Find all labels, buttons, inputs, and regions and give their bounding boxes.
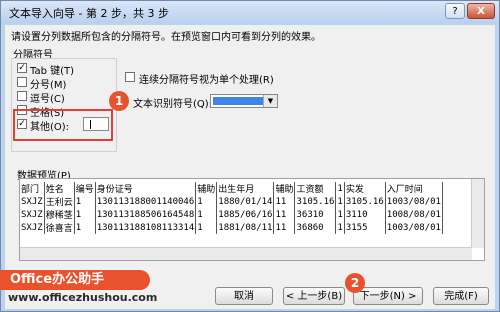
preview-cell: 王利云	[44, 195, 75, 208]
consecutive-label: 连续分隔符号视为单个处理(R)	[139, 75, 274, 86]
preview-cell: 1003/08/01	[385, 195, 443, 208]
preview-cell: 1880/01/14	[216, 195, 275, 208]
preview-cell: 1	[74, 221, 96, 234]
preview-cell: SXJZ	[20, 195, 45, 208]
preview-cell: 1	[335, 221, 345, 234]
text-qualifier-select[interactable]: ▼	[210, 94, 278, 108]
preview-cell: 工资额	[294, 182, 337, 195]
preview-cell: 1003/08/01	[385, 221, 443, 234]
preview-cell: 1	[195, 208, 218, 221]
dialog-body: 请设置分列数据所包含的分隔符号。在预览窗口内可看到分列的效果。 分隔符号 ✓ T…	[5, 25, 495, 309]
step-description: 请设置分列数据所包含的分隔符号。在预览窗口内可看到分列的效果。	[11, 32, 321, 43]
preview-cell: 1	[335, 195, 345, 208]
preview-vertical-scrollbar[interactable]	[471, 179, 484, 248]
preview-cell: 1	[335, 208, 345, 221]
preview-cell: 1881/08/11	[216, 221, 275, 234]
semicolon-checkbox[interactable]	[17, 77, 27, 87]
title-bar: 文本导入向导 - 第 2 步，共 3 步 ? X	[1, 1, 499, 23]
dialog-title: 文本导入向导 - 第 2 步，共 3 步	[9, 7, 169, 20]
help-button[interactable]: ?	[445, 3, 465, 19]
preview-row: SXJZ 王利云 1 130113188001140046 1 1880/01/…	[20, 195, 443, 208]
preview-cell: 130113188108113314	[95, 221, 197, 234]
preview-cell: 1	[335, 182, 345, 195]
preview-cell: 编号	[74, 182, 96, 195]
preview-cell: 3105.16	[294, 195, 337, 208]
preview-row: 部门 姓名 编号 身份证号 辅助 出生年月 辅助 工资额 1 实发 入厂时间	[20, 182, 443, 195]
preview-cell: 部门	[20, 182, 45, 195]
preview-cell: 3155	[344, 221, 386, 234]
preview-cell: 3110	[344, 208, 386, 221]
preview-cell: 130113188506164548	[95, 208, 197, 221]
next-button[interactable]: 下一步(N) >	[353, 287, 423, 305]
preview-cell: 130113188001140046	[95, 195, 197, 208]
preview-cell: 1008/08/01	[385, 208, 443, 221]
preview-cell: 徐喜言	[44, 221, 75, 234]
preview-cell: 辅助	[273, 182, 296, 195]
finish-button[interactable]: 完成(F)	[433, 287, 489, 305]
preview-cell: 1	[195, 195, 218, 208]
step-badge-one: 1	[109, 91, 129, 111]
consecutive-checkbox[interactable]	[125, 72, 135, 82]
semicolon-label: 分号(M)	[30, 80, 67, 91]
preview-cell: 穆稀茎	[44, 208, 75, 221]
preview-cell: 1885/06/16	[216, 208, 275, 221]
preview-cell: 3105.16	[344, 195, 386, 208]
preview-cell: 1	[195, 221, 218, 234]
tab-checkbox[interactable]: ✓	[17, 63, 27, 73]
watermark-logo: Office办公助手	[0, 270, 150, 290]
preview-cell: 辅助	[195, 182, 218, 195]
comma-checkbox[interactable]	[17, 91, 27, 101]
preview-horizontal-scrollbar[interactable]	[20, 247, 472, 260]
preview-cell: 身份证号	[95, 182, 197, 195]
preview-cell: 出生年月	[216, 182, 275, 195]
text-import-wizard-dialog: 文本导入向导 - 第 2 步，共 3 步 ? X 请设置分列数据所包含的分隔符号…	[0, 0, 500, 312]
preview-cell: 11	[273, 195, 296, 208]
preview-cell: 36310	[294, 208, 337, 221]
preview-cell: 1	[74, 208, 96, 221]
chevron-down-icon[interactable]: ▼	[263, 95, 277, 107]
preview-row: SXJZ 穆稀茎 1 130113188506164548 1 1885/06/…	[20, 208, 443, 221]
tab-label: Tab 键(T)	[30, 66, 75, 77]
preview-cell: 1	[74, 195, 96, 208]
preview-cell: 实发	[344, 182, 386, 195]
preview-cell: 入厂时间	[385, 182, 443, 195]
comma-label: 逗号(C)	[30, 94, 65, 105]
preview-cell: 36860	[294, 221, 337, 234]
highlight-box-other	[13, 109, 113, 141]
text-qualifier-selection	[213, 97, 263, 105]
preview-cell: 11	[273, 208, 296, 221]
preview-cell: 姓名	[44, 182, 75, 195]
watermark-url: www.officezhushou.com	[8, 291, 158, 304]
cancel-button[interactable]: 取消	[215, 287, 273, 305]
preview-cell: SXJZ	[20, 221, 45, 234]
preview-cell: SXJZ	[20, 208, 45, 221]
close-button[interactable]: X	[467, 3, 495, 19]
preview-table: 部门 姓名 编号 身份证号 辅助 出生年月 辅助 工资额 1 实发 入厂时间 S…	[20, 182, 443, 234]
data-preview-pane: 部门 姓名 编号 身份证号 辅助 出生年月 辅助 工资额 1 实发 入厂时间 S…	[19, 178, 485, 261]
preview-cell: 11	[273, 221, 296, 234]
preview-row: SXJZ 徐喜言 1 130113188108113314 1 1881/08/…	[20, 221, 443, 234]
text-qualifier-label: 文本识别符号(Q):	[133, 99, 213, 110]
step-badge-two: 2	[345, 273, 365, 293]
back-button[interactable]: < 上一步(B)	[283, 287, 345, 305]
